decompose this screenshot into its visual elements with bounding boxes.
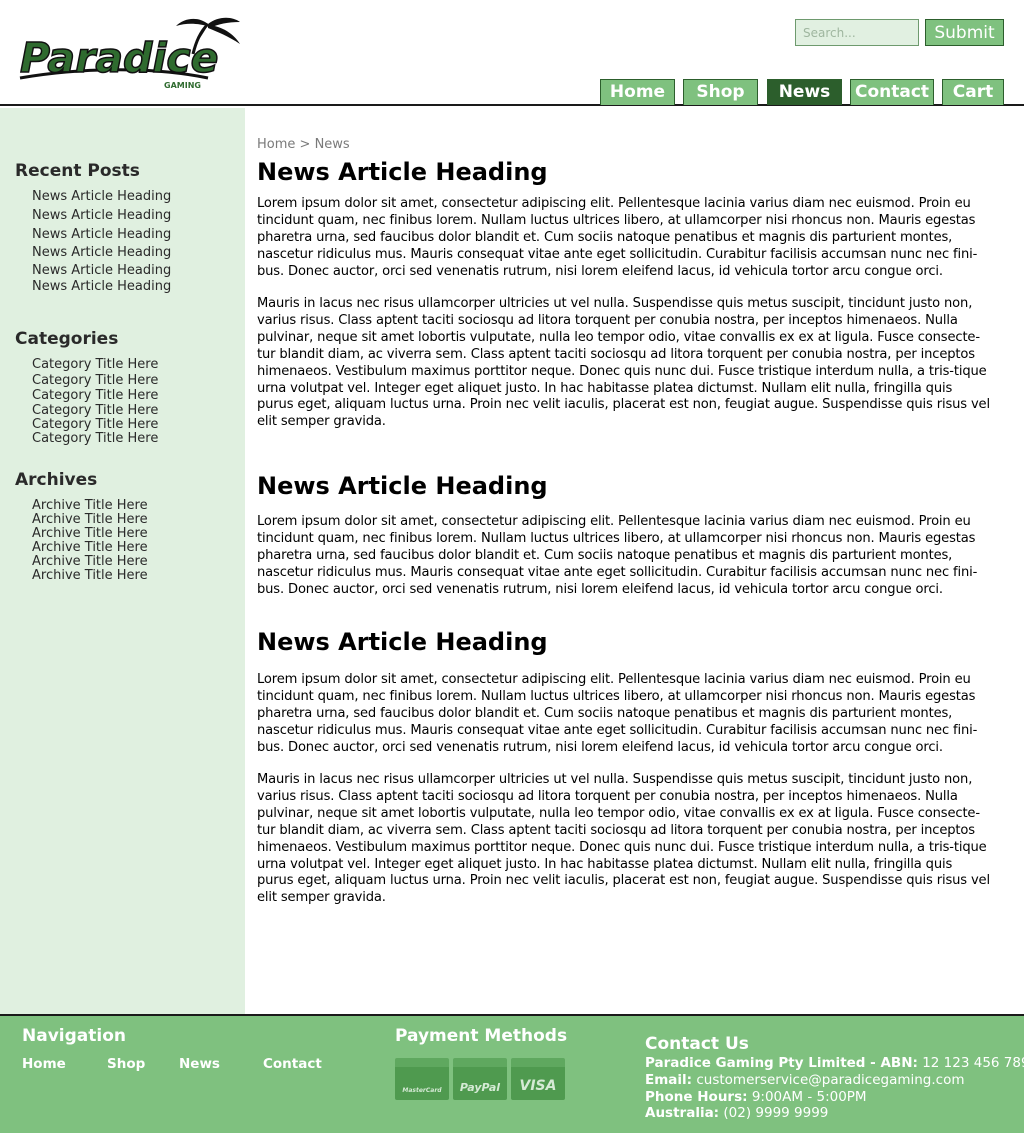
contact-hours-label: Phone Hours:: [645, 1089, 748, 1105]
paypal-icon: PayPal: [453, 1058, 507, 1100]
category-link[interactable]: Category Title Here: [32, 431, 158, 446]
category-link[interactable]: Category Title Here: [32, 417, 158, 432]
nav-shop[interactable]: Shop: [683, 79, 758, 105]
logo-subtext: GAMING: [164, 81, 201, 90]
categories-list: Category Title Here Category Title Here …: [32, 357, 158, 446]
article-paragraph: Lorem ipsum dolor sit amet, consectetur …: [257, 672, 978, 755]
site-header: Paradice GAMING Submit Home Shop News Co…: [0, 0, 1024, 106]
category-link[interactable]: Category Title Here: [32, 357, 158, 373]
archive-link[interactable]: Archive Title Here: [32, 568, 148, 583]
contact-phone-value: (02) 9999 9999: [723, 1105, 829, 1121]
archives-heading: Archives: [15, 470, 98, 490]
contact-email-label: Email:: [645, 1072, 693, 1088]
contact-abn-label: Paradice Gaming Pty Limited - ABN:: [645, 1055, 918, 1071]
contact-phone: Australia: (02) 9999 9999: [645, 1105, 828, 1121]
recent-post-link[interactable]: News Article Heading: [32, 189, 171, 208]
nav-home[interactable]: Home: [600, 79, 675, 105]
archive-link[interactable]: Archive Title Here: [32, 540, 148, 555]
archive-link[interactable]: Archive Title Here: [32, 526, 148, 541]
article-paragraph: Lorem ipsum dolor sit amet, consectetur …: [257, 196, 978, 279]
footer-navigation-heading: Navigation: [22, 1026, 126, 1046]
contact-abn-value: 12 123 456 789: [922, 1055, 1024, 1071]
paradice-gaming-logo[interactable]: Paradice GAMING: [18, 16, 244, 92]
recent-post-link[interactable]: News Article Heading: [32, 263, 171, 279]
categories-heading: Categories: [15, 329, 119, 349]
category-link[interactable]: Category Title Here: [32, 373, 158, 388]
contact-email: Email: customerservice@paradicegaming.co…: [645, 1072, 965, 1088]
article-paragraph: Mauris in lacus nec risus ullamcorper ul…: [257, 296, 990, 430]
contact-us-heading: Contact Us: [645, 1034, 749, 1054]
footer-link-contact[interactable]: Contact: [263, 1056, 322, 1072]
logo-text: Paradice: [20, 34, 219, 82]
breadcrumb-separator: >: [299, 137, 311, 152]
contact-hours-value: 9:00AM - 5:00PM: [751, 1089, 867, 1105]
breadcrumb-current: News: [314, 137, 350, 152]
article-paragraph: Mauris in lacus nec risus ullamcorper ul…: [257, 772, 990, 906]
sidebar: Recent Posts News Article Heading News A…: [0, 108, 245, 1014]
nav-contact[interactable]: Contact: [850, 79, 934, 105]
recent-post-link[interactable]: News Article Heading: [32, 279, 171, 295]
nav-news[interactable]: News: [767, 79, 842, 105]
recent-post-link[interactable]: News Article Heading: [32, 227, 171, 245]
breadcrumb-home-link[interactable]: Home: [257, 137, 295, 152]
contact-abn: Paradice Gaming Pty Limited - ABN: 12 12…: [645, 1055, 1024, 1071]
article-heading[interactable]: News Article Heading: [257, 472, 548, 500]
breadcrumb: Home > News: [257, 137, 350, 152]
site-footer: Navigation Home Shop News Contact Paymen…: [0, 1014, 1024, 1133]
archive-link[interactable]: Archive Title Here: [32, 498, 148, 513]
contact-phone-label: Australia:: [645, 1105, 720, 1121]
contact-email-link[interactable]: customerservice@paradicegaming.com: [696, 1072, 964, 1088]
article-paragraph: Lorem ipsum dolor sit amet, consectetur …: [257, 514, 978, 597]
paypal-label: PayPal: [459, 1081, 501, 1094]
visa-icon: VISA: [511, 1058, 565, 1100]
recent-post-link[interactable]: News Article Heading: [32, 245, 171, 263]
footer-link-home[interactable]: Home: [22, 1056, 66, 1072]
visa-label: VISA: [519, 1078, 557, 1094]
recent-posts-heading: Recent Posts: [15, 161, 140, 181]
footer-link-news[interactable]: News: [179, 1056, 220, 1072]
article-heading[interactable]: News Article Heading: [257, 628, 548, 656]
footer-link-shop[interactable]: Shop: [107, 1056, 145, 1072]
recent-post-link[interactable]: News Article Heading: [32, 208, 171, 227]
mastercard-icon: MasterCard: [395, 1058, 449, 1100]
archive-link[interactable]: Archive Title Here: [32, 554, 148, 569]
article-heading[interactable]: News Article Heading: [257, 158, 548, 186]
contact-hours: Phone Hours: 9:00AM - 5:00PM: [645, 1089, 867, 1105]
submit-button[interactable]: Submit: [925, 19, 1004, 46]
category-link[interactable]: Category Title Here: [32, 388, 158, 403]
recent-posts-list: News Article Heading News Article Headin…: [32, 189, 171, 295]
mastercard-label: MasterCard: [402, 1087, 442, 1094]
search-input[interactable]: [795, 19, 919, 46]
archives-list: Archive Title Here Archive Title Here Ar…: [32, 498, 148, 583]
payment-methods-heading: Payment Methods: [395, 1026, 568, 1046]
nav-cart[interactable]: Cart: [942, 79, 1004, 105]
archive-link[interactable]: Archive Title Here: [32, 512, 148, 527]
category-link[interactable]: Category Title Here: [32, 403, 158, 418]
